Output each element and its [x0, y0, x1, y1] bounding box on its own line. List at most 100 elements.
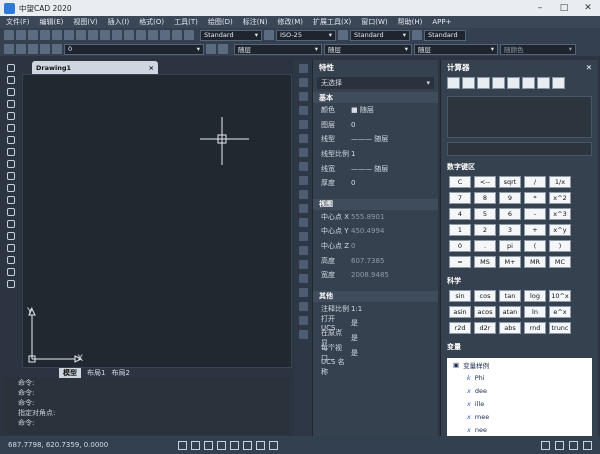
tab-layout1[interactable]: 布局1 — [87, 368, 105, 378]
array-icon[interactable] — [298, 120, 308, 129]
calc-key[interactable]: 7 — [449, 192, 471, 204]
prop-row[interactable]: 厚度 0 — [313, 176, 438, 191]
zoom-window-icon[interactable] — [148, 30, 158, 40]
layer-lock-icon[interactable] — [52, 44, 62, 54]
calc-key[interactable]: 5 — [474, 208, 496, 220]
maximize-icon[interactable]: □ — [552, 0, 576, 16]
drawing-tab[interactable]: Drawing1 × — [32, 61, 158, 74]
spline-tool-icon[interactable] — [7, 160, 15, 168]
join-icon[interactable] — [298, 232, 308, 241]
chamfer-icon[interactable] — [298, 246, 308, 255]
layer-prev-icon[interactable] — [206, 44, 216, 54]
menu-view[interactable]: 视图(V) — [73, 17, 97, 27]
lineweight-icon[interactable] — [256, 440, 266, 450]
calc-key[interactable]: 1/x — [549, 176, 571, 188]
otrack-icon[interactable] — [243, 440, 253, 450]
list-item[interactable]: ▣ 变量样例 — [447, 358, 592, 371]
calc-key[interactable]: x^y — [549, 224, 571, 236]
command-input[interactable]: 命令: — [4, 418, 290, 428]
dyn-icon[interactable] — [269, 440, 279, 450]
menu-express[interactable]: 扩展工具(X) — [313, 17, 351, 27]
menu-tools[interactable]: 工具(T) — [174, 17, 198, 27]
group-icon[interactable] — [298, 330, 308, 339]
calc-key[interactable]: - — [524, 208, 546, 220]
list-item[interactable]: x nee — [447, 423, 592, 436]
history-icon[interactable] — [462, 77, 475, 89]
print-icon[interactable] — [40, 30, 50, 40]
gradient-tool-icon[interactable] — [7, 244, 15, 252]
calc-key[interactable]: M+ — [499, 256, 521, 268]
angle-icon[interactable] — [507, 77, 520, 89]
dim-style-select[interactable]: ISO-25 ▾ — [276, 29, 336, 41]
calc-key[interactable]: ln — [524, 306, 546, 318]
cloud-tool-icon[interactable] — [7, 148, 15, 156]
designcenter-icon[interactable] — [172, 30, 182, 40]
calc-key[interactable]: x^2 — [549, 192, 571, 204]
cut-icon[interactable] — [64, 30, 74, 40]
menu-window[interactable]: 窗口(W) — [361, 17, 387, 27]
break-icon[interactable] — [298, 218, 308, 227]
fullscreen-icon[interactable] — [583, 440, 592, 450]
mtext-tool-icon[interactable] — [7, 280, 15, 288]
calc-key[interactable]: 1 — [449, 224, 471, 236]
calc-key[interactable]: + — [524, 224, 546, 236]
line-tool-icon[interactable] — [7, 64, 15, 72]
ellipse-arc-tool-icon[interactable] — [7, 184, 15, 192]
prop-row[interactable]: 线型比例 1 — [313, 147, 438, 162]
calc-key[interactable]: rnd — [524, 322, 546, 334]
layer-state-icon[interactable] — [16, 44, 26, 54]
undo-icon[interactable] — [100, 30, 110, 40]
match-icon[interactable] — [298, 288, 308, 297]
save-icon[interactable] — [28, 30, 38, 40]
calc-icon[interactable] — [184, 30, 194, 40]
calc-key[interactable]: 2 — [474, 224, 496, 236]
calc-key[interactable]: r2d — [449, 322, 471, 334]
prop-row[interactable]: 线型 ——— 随层 — [313, 132, 438, 147]
table-tool-icon[interactable] — [7, 268, 15, 276]
input-field[interactable] — [447, 142, 592, 156]
ellipse-tool-icon[interactable] — [7, 172, 15, 180]
move-icon[interactable] — [298, 134, 308, 143]
tab-model[interactable]: 模型 — [59, 368, 81, 378]
tab-close-icon[interactable]: × — [149, 64, 154, 72]
list-item[interactable]: k Phi — [447, 371, 592, 384]
panel-close-icon[interactable]: ✕ — [586, 63, 592, 72]
numpad-title[interactable]: 数字键区 — [441, 156, 598, 174]
section-basic[interactable]: 基本 — [313, 92, 438, 103]
calc-key[interactable]: tan — [499, 290, 521, 302]
rectangle-tool-icon[interactable] — [7, 112, 15, 120]
paste-icon[interactable] — [88, 30, 98, 40]
snap-icon[interactable] — [178, 440, 188, 450]
calc-key[interactable]: / — [524, 176, 546, 188]
text-style-select[interactable]: Standard ▾ — [200, 29, 262, 41]
table-style-select[interactable]: Standard ▾ — [350, 29, 410, 41]
draworder-icon[interactable] — [298, 316, 308, 325]
calc-key[interactable]: 0 — [449, 240, 471, 252]
redo-icon[interactable] — [112, 30, 122, 40]
calc-key[interactable]: acos — [474, 306, 496, 318]
layer-sun-icon[interactable] — [40, 44, 50, 54]
preview-icon[interactable] — [52, 30, 62, 40]
calc-key[interactable]: 10^x — [549, 290, 571, 302]
grid-icon[interactable] — [191, 440, 201, 450]
new-icon[interactable] — [4, 30, 14, 40]
calc-key[interactable]: ( — [524, 240, 546, 252]
polygon-tool-icon[interactable] — [7, 100, 15, 108]
erase-icon[interactable] — [298, 64, 308, 73]
ortho-icon[interactable] — [204, 440, 214, 450]
calc-key[interactable]: <-- — [474, 176, 496, 188]
region-tool-icon[interactable] — [7, 256, 15, 264]
calc-key[interactable]: 6 — [499, 208, 521, 220]
list-item[interactable]: x dee — [447, 384, 592, 397]
make-block-icon[interactable] — [7, 208, 15, 216]
vars-title[interactable]: 变量 — [441, 336, 598, 354]
properties-icon[interactable] — [160, 30, 170, 40]
calc-key[interactable]: 8 — [474, 192, 496, 204]
mirror-icon[interactable] — [298, 92, 308, 101]
calc-key[interactable]: sin — [449, 290, 471, 302]
annotation-scale-icon[interactable] — [541, 440, 550, 450]
linetype-select[interactable]: 随层 ▾ — [324, 43, 412, 55]
make-current-icon[interactable] — [218, 44, 228, 54]
calc-key[interactable]: . — [474, 240, 496, 252]
point-coord-icon[interactable] — [477, 77, 490, 89]
